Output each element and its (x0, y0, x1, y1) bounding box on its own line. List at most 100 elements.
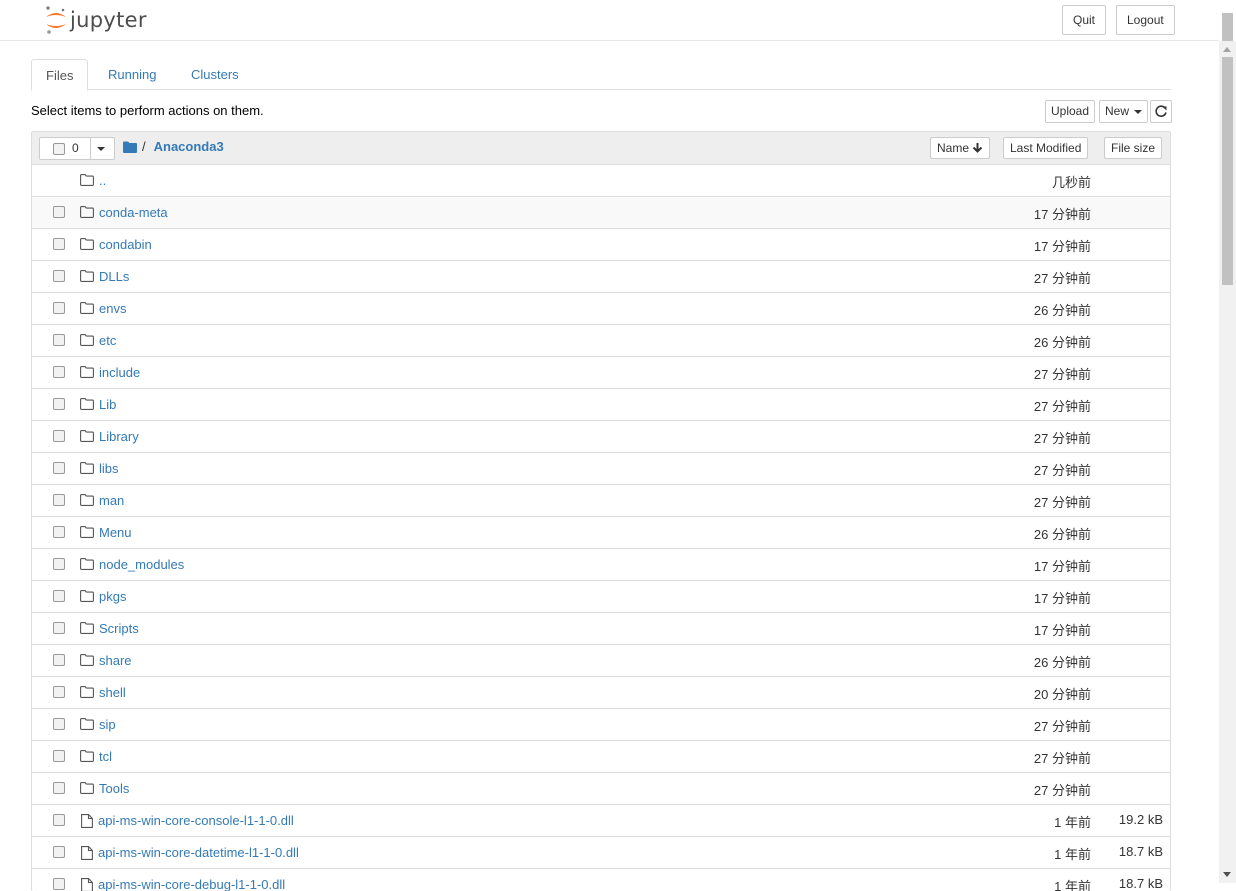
item-name-link[interactable]: condabin (99, 237, 152, 252)
item-name-link[interactable]: api-ms-win-core-datetime-l1-1-0.dll (98, 845, 299, 860)
item-name-link[interactable]: Lib (99, 397, 116, 412)
item-name-link[interactable]: shell (99, 685, 126, 700)
list-item[interactable]: sip 27 分钟前 (32, 709, 1170, 741)
list-item[interactable]: etc 26 分钟前 (32, 325, 1170, 357)
refresh-button[interactable] (1150, 100, 1172, 123)
list-item[interactable]: .. 几秒前 (32, 165, 1170, 197)
new-button[interactable]: New (1099, 100, 1149, 123)
tab-clusters[interactable]: Clusters (177, 59, 253, 90)
scroll-thumb[interactable] (1222, 57, 1233, 285)
sort-name-button[interactable]: Name (930, 137, 991, 159)
item-name-link[interactable]: Library (99, 429, 139, 444)
list-item[interactable]: Lib 27 分钟前 (32, 389, 1170, 421)
item-checkbox[interactable] (53, 686, 65, 698)
sort-modified-button[interactable]: Last Modified (1003, 137, 1089, 159)
item-modified: 27 分钟前 (1033, 399, 1091, 414)
item-name-link[interactable]: Tools (99, 781, 129, 796)
list-item[interactable]: envs 26 分钟前 (32, 293, 1170, 325)
list-item[interactable]: Library 27 分钟前 (32, 421, 1170, 453)
item-name-link[interactable]: api-ms-win-core-debug-l1-1-0.dll (98, 877, 285, 891)
folder-icon (80, 718, 94, 733)
item-name-link[interactable]: conda-meta (99, 205, 168, 220)
list-item[interactable]: api-ms-win-core-console-l1-1-0.dll 1 年前 19… (32, 805, 1170, 837)
tab-files[interactable]: Files (31, 59, 89, 91)
item-checkbox[interactable] (53, 750, 65, 762)
list-item[interactable]: Scripts 17 分钟前 (32, 613, 1170, 645)
list-item[interactable]: api-ms-win-core-debug-l1-1-0.dll 1 年前 18.7… (32, 869, 1170, 891)
item-name-link[interactable]: Scripts (99, 621, 139, 636)
item-name-link[interactable]: node_modules (99, 557, 184, 572)
item-checkbox[interactable] (53, 494, 65, 506)
item-checkbox[interactable] (53, 238, 65, 250)
list-item[interactable]: include 27 分钟前 (32, 357, 1170, 389)
list-item[interactable]: node_modules 17 分钟前 (32, 549, 1170, 581)
item-name-link[interactable]: share (99, 653, 132, 668)
item-name-link[interactable]: include (99, 365, 140, 380)
item-checkbox[interactable] (53, 878, 65, 890)
list-item[interactable]: share 26 分钟前 (32, 645, 1170, 677)
list-item[interactable]: shell 20 分钟前 (32, 677, 1170, 709)
item-checkbox[interactable] (53, 590, 65, 602)
upload-button[interactable]: Upload (1045, 100, 1096, 123)
item-checkbox[interactable] (53, 558, 65, 570)
quit-button[interactable]: Quit (1062, 5, 1107, 35)
breadcrumb-root[interactable]: / (142, 139, 146, 154)
item-name-link[interactable]: Menu (99, 525, 132, 540)
item-checkbox[interactable] (53, 782, 65, 794)
chevron-down-icon[interactable] (97, 147, 105, 151)
item-checkbox[interactable] (53, 814, 65, 826)
item-name-link[interactable]: tcl (99, 749, 112, 764)
tab-running[interactable]: Running (94, 59, 170, 90)
item-checkbox[interactable] (53, 206, 65, 218)
list-header: 0 / Anaconda3 Name Last Modified File si… (32, 132, 1170, 165)
list-item[interactable]: libs 27 分钟前 (32, 453, 1170, 485)
folder-icon (80, 174, 94, 189)
item-checkbox[interactable] (53, 398, 65, 410)
list-item[interactable]: DLLs 27 分钟前 (32, 261, 1170, 293)
logout-button[interactable]: Logout (1116, 5, 1175, 35)
scroll-up-icon[interactable] (1223, 47, 1231, 52)
breadcrumb: / Anaconda3 (123, 139, 224, 154)
list-item[interactable]: conda-meta 17 分钟前 (32, 197, 1170, 229)
item-checkbox[interactable] (53, 526, 65, 538)
item-name-link[interactable]: DLLs (99, 269, 129, 284)
file-icon (81, 814, 93, 831)
item-name-link[interactable]: api-ms-win-core-console-l1-1-0.dll (98, 813, 294, 828)
item-name-link[interactable]: libs (99, 461, 119, 476)
list-item[interactable]: Menu 26 分钟前 (32, 517, 1170, 549)
list-item[interactable]: Tools 27 分钟前 (32, 773, 1170, 805)
item-checkbox[interactable] (53, 302, 65, 314)
folder-solid-icon[interactable] (123, 141, 137, 153)
item-checkbox[interactable] (53, 654, 65, 666)
list-item[interactable]: condabin 17 分钟前 (32, 229, 1170, 261)
breadcrumb-folder[interactable]: Anaconda3 (154, 139, 224, 154)
item-name-link[interactable]: envs (99, 301, 126, 316)
scroll-down-icon[interactable] (1223, 872, 1231, 877)
select-all-checkbox[interactable] (53, 143, 65, 155)
item-checkbox[interactable] (53, 366, 65, 378)
select-all-dropdown[interactable]: 0 (39, 137, 115, 160)
item-modified: 17 分钟前 (1033, 591, 1091, 606)
sort-size-button[interactable]: File size (1104, 137, 1163, 159)
list-item[interactable]: pkgs 17 分钟前 (32, 581, 1170, 613)
folder-icon (80, 622, 94, 637)
item-checkbox[interactable] (53, 430, 65, 442)
item-name-link[interactable]: pkgs (99, 589, 126, 604)
item-name-link[interactable]: man (99, 493, 124, 508)
jupyter-logo[interactable]: jupyter (44, 5, 147, 35)
item-name-link[interactable]: etc (99, 333, 116, 348)
list-item[interactable]: api-ms-win-core-datetime-l1-1-0.dll 1 年前 1… (32, 837, 1170, 869)
item-name-link[interactable]: sip (99, 717, 116, 732)
item-checkbox[interactable] (53, 622, 65, 634)
list-item[interactable]: man 27 分钟前 (32, 485, 1170, 517)
item-checkbox[interactable] (53, 270, 65, 282)
item-checkbox[interactable] (53, 846, 65, 858)
list-item[interactable]: tcl 27 分钟前 (32, 741, 1170, 773)
file-rows: .. 几秒前 conda-meta 17 分钟前 condabin 17 分钟前 DLLs 2… (32, 165, 1170, 891)
vertical-scrollbar[interactable] (1219, 41, 1236, 883)
item-checkbox[interactable] (53, 718, 65, 730)
item-checkbox[interactable] (53, 462, 65, 474)
item-name-link[interactable]: .. (99, 173, 106, 188)
item-modified: 1 年前 (1054, 815, 1091, 830)
item-checkbox[interactable] (53, 334, 65, 346)
